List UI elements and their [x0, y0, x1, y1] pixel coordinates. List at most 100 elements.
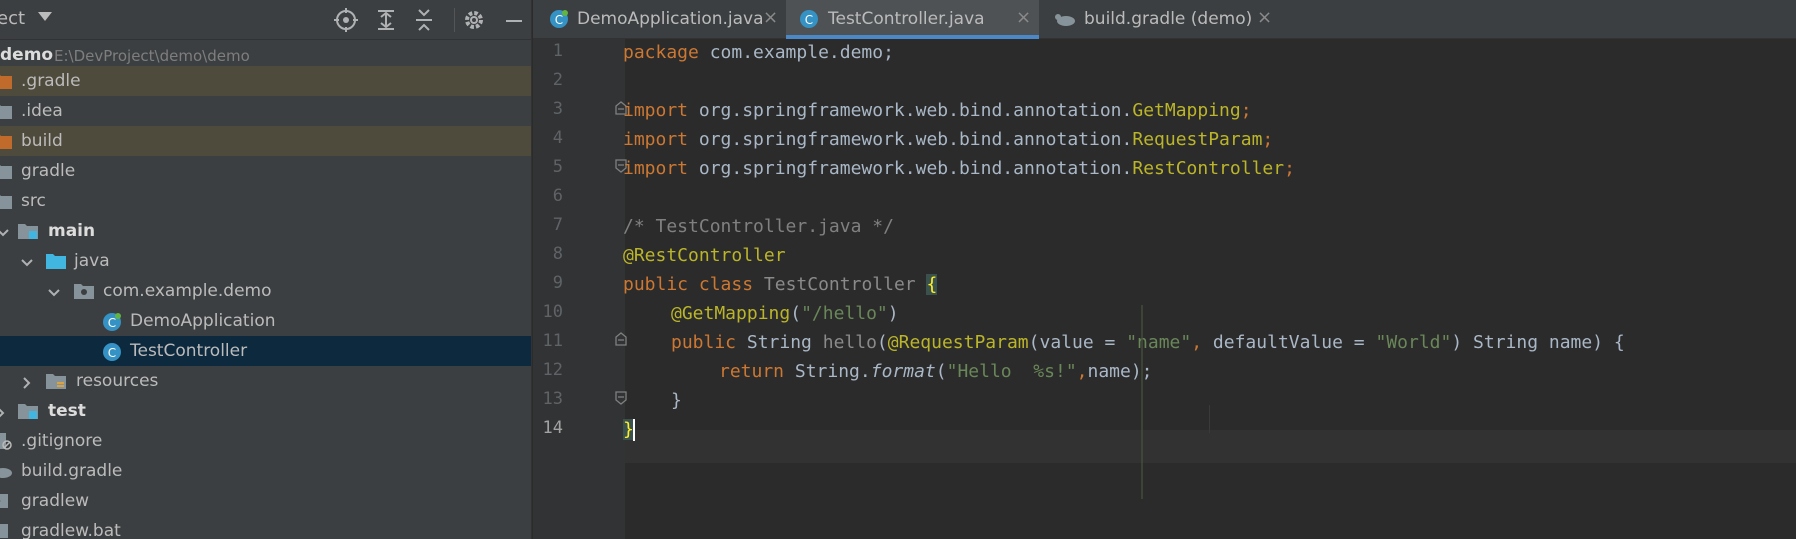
chevron-down-icon[interactable]	[20, 255, 34, 269]
line-number: 3	[552, 99, 563, 119]
folder-excluded-icon	[0, 72, 12, 90]
source-folder-icon	[46, 252, 66, 270]
collapse-all-icon[interactable]	[410, 6, 438, 34]
tree-item-resources[interactable]: resources	[0, 366, 531, 396]
root-path: E:\DevProject\demo\demo	[54, 47, 250, 65]
svg-text:C: C	[108, 346, 116, 360]
module-folder-icon	[18, 402, 38, 420]
tree-item-label: com.example.demo	[103, 281, 272, 301]
code-line-9: public class TestController {	[623, 274, 938, 295]
tree-item-test-controller[interactable]: C TestController	[0, 336, 531, 366]
batch-file-icon	[0, 522, 12, 539]
tree-item-label: gradlew	[21, 491, 90, 511]
project-panel: ject demo E:\DevProject\demo\demo .gradl…	[0, 0, 532, 539]
chevron-right-icon[interactable]	[0, 405, 8, 419]
tree-item-main[interactable]: main	[0, 216, 531, 246]
tree-item-label: src	[21, 191, 46, 211]
close-icon[interactable]: ×	[763, 7, 778, 28]
svg-text:C: C	[108, 316, 116, 330]
class-icon: C	[102, 342, 122, 361]
spring-class-icon: C	[102, 312, 122, 331]
chevron-down-icon[interactable]	[0, 225, 10, 239]
gradle-icon	[1054, 8, 1076, 30]
tree-item-package[interactable]: com.example.demo	[0, 276, 531, 306]
tree-item-idea[interactable]: .idea	[0, 96, 531, 126]
expand-all-icon[interactable]	[372, 6, 400, 34]
code-text-area[interactable]: package com.example.demo; import org.spr…	[623, 39, 1796, 539]
tree-item-test[interactable]: test	[0, 396, 531, 426]
line-number: 2	[552, 70, 563, 90]
tree-item-label: TestController	[130, 341, 248, 361]
close-icon[interactable]: ×	[1016, 7, 1031, 28]
tree-item-label: build	[21, 131, 63, 151]
tab-demo-application[interactable]: C DemoApplication.java ×	[533, 0, 785, 39]
module-folder-icon	[18, 222, 38, 240]
tree-item-gradle[interactable]: gradle	[0, 156, 531, 186]
header-divider	[454, 8, 455, 32]
folder-icon	[0, 192, 12, 210]
code-line-10: @GetMapping("/hello")	[671, 303, 899, 324]
tree-item-label: build.gradle	[21, 461, 123, 481]
svg-text:C: C	[805, 13, 813, 27]
line-number: 6	[552, 186, 563, 206]
tree-item-label: gradlew.bat	[21, 521, 121, 539]
gear-icon[interactable]	[460, 6, 488, 34]
code-line-4: import org.springframework.web.bind.anno…	[623, 129, 1274, 150]
tree-item-build[interactable]: build	[0, 126, 531, 156]
tree-item-label: gradle	[21, 161, 76, 181]
line-number: 14	[542, 418, 563, 438]
tree-item-gradlew[interactable]: gradlew	[0, 486, 531, 516]
locate-icon[interactable]	[332, 6, 360, 34]
project-panel-title[interactable]: ject	[0, 8, 25, 29]
tree-item-demo-application[interactable]: C DemoApplication	[0, 306, 531, 336]
code-line-7: /* TestController.java */	[623, 216, 894, 237]
ignore-file-icon	[0, 432, 12, 450]
package-icon	[74, 282, 94, 300]
tree-item-gradle-cache[interactable]: .gradle	[0, 66, 531, 96]
tab-label: TestController.java	[828, 9, 985, 29]
tab-label: build.gradle (demo)	[1084, 9, 1253, 29]
line-number-gutter: 1 2 3 4 5 6 7 8 9 10 11 12 13 14	[533, 39, 627, 539]
line-number: 7	[552, 215, 563, 235]
close-icon[interactable]: ×	[1257, 7, 1272, 28]
root-label: demo	[0, 45, 54, 65]
code-line-5: import org.springframework.web.bind.anno…	[623, 158, 1295, 179]
code-editor: C DemoApplication.java × C TestControlle…	[533, 0, 1796, 539]
line-number: 10	[542, 302, 563, 322]
tree-item-gitignore[interactable]: .gitignore	[0, 426, 531, 456]
tree-item-src[interactable]: src	[0, 186, 531, 216]
change-marker	[1141, 305, 1143, 499]
line-number: 5	[552, 157, 563, 177]
view-dropdown-icon[interactable]	[38, 12, 52, 21]
folder-excluded-icon	[0, 132, 12, 150]
tree-item-build-gradle[interactable]: build.gradle	[0, 456, 531, 486]
svg-text:C: C	[555, 13, 563, 27]
code-line-12: return String.format("Hello %s!",name);	[719, 361, 1153, 382]
line-number: 9	[552, 273, 563, 293]
indent-guide	[1209, 405, 1210, 433]
resources-folder-icon	[46, 372, 66, 390]
tree-item-java[interactable]: java	[0, 246, 531, 276]
code-line-13: }	[671, 390, 682, 411]
tree-item-label: DemoApplication	[130, 311, 276, 331]
tree-item-label: java	[74, 251, 110, 271]
tree-item-label: test	[48, 401, 86, 421]
class-icon: C	[798, 8, 820, 30]
code-line-11: public String hello(@RequestParam(value …	[671, 332, 1625, 353]
text-caret	[632, 419, 635, 441]
tree-item-label: .gitignore	[21, 431, 103, 451]
tree-item-label: resources	[76, 371, 159, 391]
editor-tab-bar: C DemoApplication.java × C TestControlle…	[533, 0, 1796, 39]
hide-panel-icon[interactable]	[500, 6, 528, 34]
tab-test-controller[interactable]: C TestController.java ×	[786, 0, 1039, 39]
chevron-right-icon[interactable]	[20, 375, 34, 389]
project-panel-header: ject	[0, 0, 531, 40]
folder-icon	[0, 162, 12, 180]
tab-build-gradle[interactable]: build.gradle (demo) ×	[1039, 0, 1279, 39]
line-number: 12	[542, 360, 563, 380]
line-number: 8	[552, 244, 563, 264]
tree-item-label: .gradle	[21, 71, 81, 91]
chevron-down-icon[interactable]	[47, 285, 61, 299]
tree-item-gradlew-bat[interactable]: gradlew.bat	[0, 516, 531, 539]
line-number: 11	[542, 331, 563, 351]
